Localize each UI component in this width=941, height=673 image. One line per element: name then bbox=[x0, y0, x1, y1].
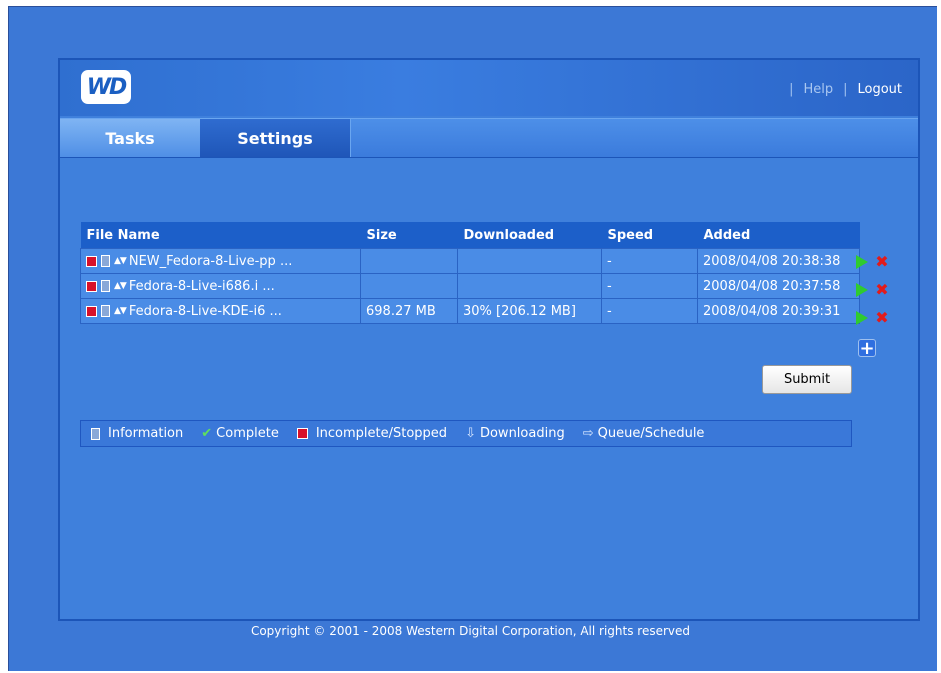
header: WD | Help | Logout bbox=[60, 60, 918, 116]
downloaded-cell: 30% [206.12 MB] bbox=[457, 298, 602, 324]
added-cell: 2008/04/08 20:38:38 bbox=[697, 248, 860, 274]
table-row: ▲▼ NEW_Fedora-8-Live-pp ... - 2008/04/08 … bbox=[80, 248, 860, 274]
row-actions: ✖ bbox=[856, 310, 890, 326]
size-cell bbox=[360, 273, 458, 299]
file-name: Fedora-8-Live-KDE-i6 ... bbox=[128, 303, 282, 319]
sort-arrows-icon[interactable]: ▲▼ bbox=[114, 281, 127, 291]
info-icon[interactable] bbox=[101, 255, 110, 267]
delete-icon[interactable]: ✖ bbox=[874, 254, 890, 270]
downloaded-cell bbox=[457, 248, 602, 274]
play-icon[interactable] bbox=[856, 283, 868, 297]
check-icon: ✔ bbox=[201, 426, 213, 441]
downloaded-cell bbox=[457, 273, 602, 299]
column-downloaded[interactable]: Downloaded bbox=[457, 222, 602, 249]
legend-information: Information bbox=[91, 426, 183, 441]
legend-incomplete: Incomplete/Stopped bbox=[296, 426, 448, 441]
play-icon[interactable] bbox=[856, 311, 868, 325]
queue-icon: ⇨ bbox=[582, 426, 594, 441]
sort-arrows-icon[interactable]: ▲▼ bbox=[114, 306, 127, 316]
legend-label: Downloading bbox=[479, 426, 565, 441]
column-speed[interactable]: Speed bbox=[601, 222, 698, 249]
file-name-cell[interactable]: ▲▼ Fedora-8-Live-KDE-i6 ... bbox=[80, 298, 361, 324]
separator: | bbox=[789, 82, 794, 97]
stop-icon bbox=[86, 280, 97, 292]
legend: Information ✔ Complete Incomplete/Stopped… bbox=[80, 420, 852, 447]
speed-cell: - bbox=[601, 298, 698, 324]
legend-complete: ✔ Complete bbox=[201, 426, 279, 441]
table-row: ▲▼ Fedora-8-Live-i686.i ... - 2008/04/08 … bbox=[80, 273, 860, 299]
stop-icon bbox=[296, 428, 308, 439]
main-panel: WD | Help | Logout Tasks Settings File N… bbox=[58, 58, 920, 621]
info-icon[interactable] bbox=[101, 280, 110, 292]
download-icon: ⇩ bbox=[465, 426, 476, 441]
legend-queue: ⇨ Queue/Schedule bbox=[583, 426, 705, 441]
submit-button[interactable]: Submit bbox=[762, 365, 852, 394]
separator: | bbox=[843, 82, 848, 97]
copyright-footer: Copyright © 2001 - 2008 Western Digital … bbox=[250, 624, 691, 638]
add-icon[interactable]: + bbox=[858, 339, 876, 358]
table-header-row: File Name Size Downloaded Speed Added bbox=[80, 222, 860, 249]
tab-settings[interactable]: Settings bbox=[200, 119, 351, 157]
table-row: ▲▼ Fedora-8-Live-KDE-i6 ... 698.27 MB 30%… bbox=[80, 298, 860, 324]
added-cell: 2008/04/08 20:37:58 bbox=[697, 273, 860, 299]
speed-cell: - bbox=[601, 273, 698, 299]
legend-label: Incomplete/Stopped bbox=[315, 426, 448, 441]
logout-link[interactable]: Logout bbox=[857, 82, 902, 97]
tasks-table: File Name Size Downloaded Speed Added ▲▼… bbox=[80, 222, 860, 324]
tab-bar: Tasks Settings bbox=[60, 118, 918, 158]
play-icon[interactable] bbox=[856, 255, 868, 269]
delete-icon[interactable]: ✖ bbox=[874, 282, 890, 298]
row-actions: ✖ bbox=[856, 254, 890, 270]
column-added[interactable]: Added bbox=[697, 222, 860, 249]
legend-label: Information bbox=[108, 426, 184, 441]
column-size[interactable]: Size bbox=[360, 222, 458, 249]
info-icon bbox=[91, 427, 100, 440]
info-icon[interactable] bbox=[101, 305, 110, 317]
tab-tasks[interactable]: Tasks bbox=[60, 119, 200, 157]
legend-label: Queue/Schedule bbox=[597, 426, 705, 441]
wd-logo[interactable]: WD bbox=[81, 70, 131, 104]
file-name-cell[interactable]: ▲▼ NEW_Fedora-8-Live-pp ... bbox=[80, 248, 361, 274]
header-links: | Help | Logout bbox=[789, 82, 902, 97]
window-frame: WD | Help | Logout Tasks Settings File N… bbox=[8, 6, 937, 671]
sort-arrows-icon[interactable]: ▲▼ bbox=[114, 256, 127, 266]
size-cell: 698.27 MB bbox=[360, 298, 458, 324]
row-actions: ✖ bbox=[856, 282, 890, 298]
added-cell: 2008/04/08 20:39:31 bbox=[697, 298, 860, 324]
legend-label: Complete bbox=[216, 426, 279, 441]
file-name-cell[interactable]: ▲▼ Fedora-8-Live-i686.i ... bbox=[80, 273, 361, 299]
column-file-name[interactable]: File Name bbox=[80, 222, 361, 249]
stop-icon bbox=[86, 255, 97, 267]
file-name: NEW_Fedora-8-Live-pp ... bbox=[128, 253, 293, 269]
size-cell bbox=[360, 248, 458, 274]
speed-cell: - bbox=[601, 248, 698, 274]
legend-downloading: ⇩ Downloading bbox=[465, 426, 565, 441]
delete-icon[interactable]: ✖ bbox=[874, 310, 890, 326]
help-link[interactable]: Help bbox=[803, 82, 833, 97]
file-name: Fedora-8-Live-i686.i ... bbox=[128, 278, 275, 294]
stop-icon bbox=[86, 305, 97, 317]
